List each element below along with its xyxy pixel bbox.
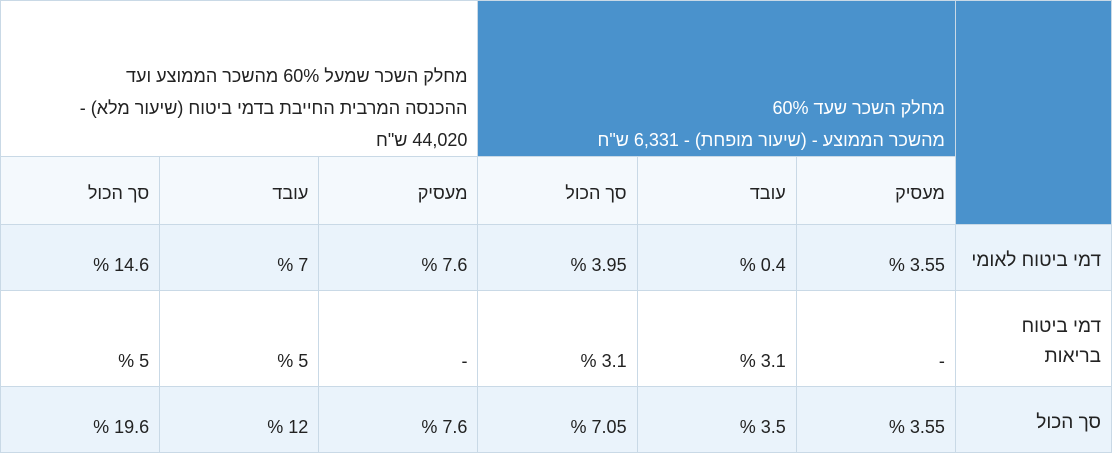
table-cell: 0.4 % <box>636 224 797 291</box>
table-cell: 19.6 % <box>0 386 161 453</box>
table-cell: 3.1 % <box>636 290 797 387</box>
table-row: דמי ביטוח בריאות - 3.1 % 3.1 % - 5 % 5 % <box>0 290 1112 387</box>
table-cell: 7.6 % <box>318 386 479 453</box>
table-cell: 5 % <box>0 290 161 387</box>
row-label-health-insurance: דמי ביטוח בריאות <box>954 290 1112 387</box>
corner-header-cell <box>954 0 1112 225</box>
table-cell: - <box>795 290 956 387</box>
column-header-full-employer: מעסיק <box>318 156 479 225</box>
table-cell: 7.05 % <box>477 386 638 453</box>
table-cell: 3.95 % <box>477 224 638 291</box>
table-cell: 7 % <box>159 224 320 291</box>
column-header-full-employee: עובד <box>159 156 320 225</box>
column-header-full-total: סך הכול <box>0 156 161 225</box>
full-rate-group-header: מחלק השכר שמעל 60% מהשכר הממוצע ועד ההכנ… <box>0 0 479 157</box>
table-cell: 14.6 % <box>0 224 161 291</box>
table-cell: 3.55 % <box>795 386 956 453</box>
reduced-rate-group-header: מחלק השכר שעד 60% מהשכר הממוצע - (שיעור … <box>477 0 956 157</box>
row-label-national-insurance: דמי ביטוח לאומי <box>954 224 1112 291</box>
full-rate-header-line-3: 44,020 ש"ח <box>376 130 468 150</box>
full-rate-header-line-2: ההכנסה המרבית החייבת בדמי ביטוח (שיעור מ… <box>79 98 468 118</box>
column-header-reduced-employer: מעסיק <box>795 156 956 225</box>
column-header-reduced-total: סך הכול <box>477 156 638 225</box>
table-row: סך הכול 3.55 % 3.5 % 7.05 % 7.6 % 12 % 1… <box>0 386 1112 453</box>
table-cell: 12 % <box>159 386 320 453</box>
full-rate-header-line-1: מחלק השכר שמעל 60% מהשכר הממוצע ועד <box>126 66 468 86</box>
table-cell: 5 % <box>159 290 320 387</box>
table-row: דמי ביטוח לאומי 3.55 % 0.4 % 3.95 % 7.6 … <box>0 224 1112 291</box>
reduced-rate-header-line-1: מחלק השכר שעד 60% <box>772 98 945 118</box>
reduced-rate-header-line-2: מהשכר הממוצע - (שיעור מופחת) - 6,331 ש"ח <box>597 130 945 150</box>
group-header-row: מחלק השכר שעד 60% מהשכר הממוצע - (שיעור … <box>0 0 1112 225</box>
table-cell: 3.5 % <box>636 386 797 453</box>
table-cell: 3.55 % <box>795 224 956 291</box>
table-cell: 3.1 % <box>477 290 638 387</box>
table-cell: 7.6 % <box>318 224 479 291</box>
column-header-row: מעסיק עובד סך הכול מעסיק עובד סך הכול <box>0 156 1112 225</box>
column-header-reduced-employee: עובד <box>636 156 797 225</box>
insurance-rates-table: מחלק השכר שעד 60% מהשכר הממוצע - (שיעור … <box>0 0 1112 453</box>
row-label-total: סך הכול <box>954 386 1112 453</box>
table-cell: - <box>318 290 479 387</box>
